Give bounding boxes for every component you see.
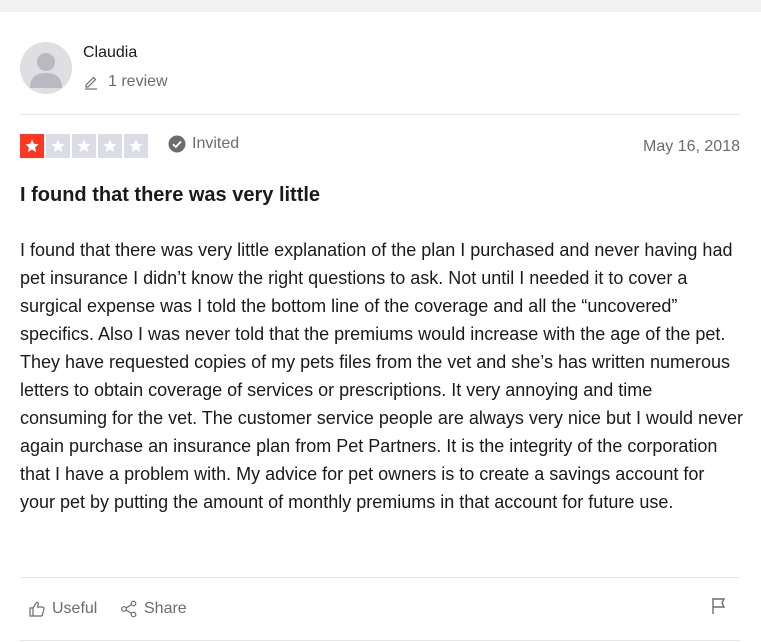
star-icon [124, 134, 148, 158]
review-actions: Useful Share [28, 598, 728, 630]
pencil-icon [83, 74, 99, 90]
review-count-label: 1 review [108, 73, 168, 90]
divider [20, 577, 740, 578]
star-rating [20, 134, 148, 158]
review-date: May 16, 2018 [643, 138, 740, 155]
star-icon [72, 134, 96, 158]
avatar-icon [30, 53, 62, 88]
review-meta: Invited May 16, 2018 [20, 134, 740, 160]
reviewer-header: Claudia 1 review [20, 40, 740, 100]
star-icon [98, 134, 122, 158]
invited-badge[interactable]: Invited [168, 135, 239, 153]
share-label: Share [144, 600, 187, 617]
share-button[interactable]: Share [120, 600, 187, 618]
avatar[interactable] [20, 42, 72, 94]
review-title[interactable]: I found that there was very little [20, 184, 320, 207]
star-icon [46, 134, 70, 158]
invited-label: Invited [192, 135, 240, 152]
thumbs-up-icon [29, 601, 45, 617]
useful-label: Useful [52, 600, 98, 617]
check-badge-icon [168, 135, 186, 153]
flag-icon [712, 598, 726, 614]
share-icon [121, 600, 137, 618]
review-body: I found that there was very little expla… [20, 240, 744, 512]
review-card: Claudia 1 review Invited May 16, 2018 I … [0, 12, 761, 642]
report-flag-button[interactable] [710, 596, 728, 621]
divider [20, 640, 740, 641]
reviewer-name[interactable]: Claudia [83, 44, 137, 62]
reviewer-review-count: 1 review [83, 73, 168, 91]
divider [20, 114, 740, 115]
useful-button[interactable]: Useful [28, 600, 97, 618]
star-icon [20, 134, 44, 158]
